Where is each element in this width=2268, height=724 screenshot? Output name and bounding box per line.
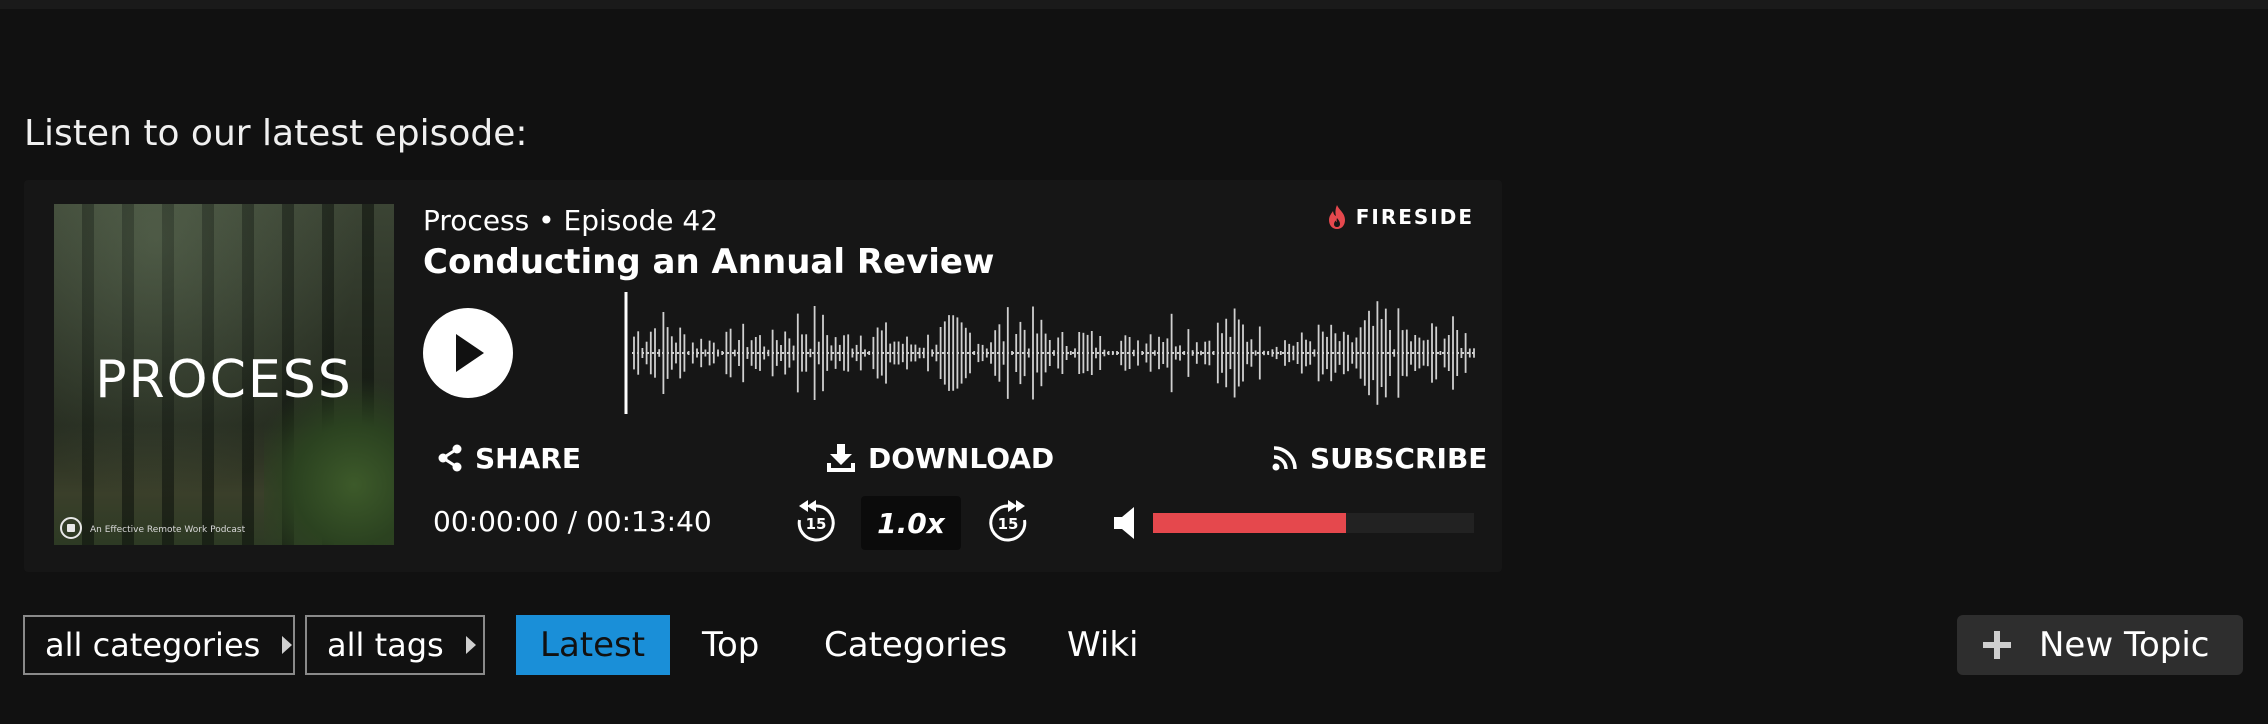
volume-level-fill [1153, 513, 1346, 533]
nav-latest[interactable]: Latest [516, 615, 670, 675]
subscribe-label: SUBSCRIBE [1310, 441, 1488, 475]
tags-dropdown-label: all tags [327, 626, 444, 664]
podcast-player: PROCESS An Effective Remote Work Podcast… [24, 180, 1502, 572]
intro-heading: Listen to our latest episode: [24, 113, 528, 154]
episode-title: Conducting an Annual Review [423, 242, 995, 282]
category-dropdown[interactable]: all categories [23, 615, 295, 675]
brand-label: FIRESIDE [1355, 205, 1474, 229]
playback-timecode: 00:00:00 / 00:13:40 [433, 505, 712, 538]
cover-title: PROCESS [95, 350, 353, 410]
volume-slider[interactable] [1153, 513, 1474, 533]
share-label: SHARE [475, 441, 581, 475]
cover-caption: An Effective Remote Work Podcast [90, 525, 246, 535]
category-dropdown-label: all categories [45, 626, 261, 664]
subscribe-button[interactable]: SUBSCRIBE [1272, 438, 1487, 478]
caret-right-icon [282, 636, 293, 654]
header-bar [0, 0, 2268, 9]
plus-icon [1983, 631, 2011, 659]
share-icon [438, 444, 462, 472]
rewind-15-icon[interactable]: 15 [794, 498, 838, 544]
fireside-brand-link[interactable]: FIRESIDE [1328, 204, 1474, 230]
download-button[interactable]: DOWNLOAD [826, 438, 1054, 478]
nav-categories[interactable]: Categories [800, 615, 1031, 675]
new-topic-button[interactable]: New Topic [1957, 615, 2243, 675]
flame-icon [1328, 205, 1345, 229]
new-topic-label: New Topic [2039, 625, 2210, 665]
episode-cover-art: PROCESS An Effective Remote Work Podcast [54, 204, 394, 545]
episode-show-line: Process • Episode 42 [423, 204, 719, 237]
caret-right-icon [465, 636, 476, 654]
share-button[interactable]: SHARE [437, 438, 581, 478]
nav-top[interactable]: Top [678, 615, 783, 675]
forward-15-icon[interactable]: 15 [986, 498, 1030, 544]
playback-speed-button[interactable]: 1.0x [861, 496, 961, 550]
download-label: DOWNLOAD [868, 441, 1055, 475]
tags-dropdown[interactable]: all tags [305, 615, 485, 675]
player-actions: SHARE DOWNLOAD SUBSCRIBE [24, 438, 1502, 478]
play-icon [456, 334, 484, 372]
play-button[interactable] [423, 308, 513, 398]
waveform-seekbar[interactable] [624, 292, 1476, 414]
download-icon [827, 444, 855, 472]
cover-logo-icon [60, 517, 82, 539]
nav-wiki[interactable]: Wiki [1043, 615, 1162, 675]
skip-back-seconds: 15 [806, 515, 827, 533]
skip-forward-seconds: 15 [998, 515, 1019, 533]
rss-icon [1272, 446, 1297, 471]
speaker-icon[interactable] [1112, 505, 1142, 541]
